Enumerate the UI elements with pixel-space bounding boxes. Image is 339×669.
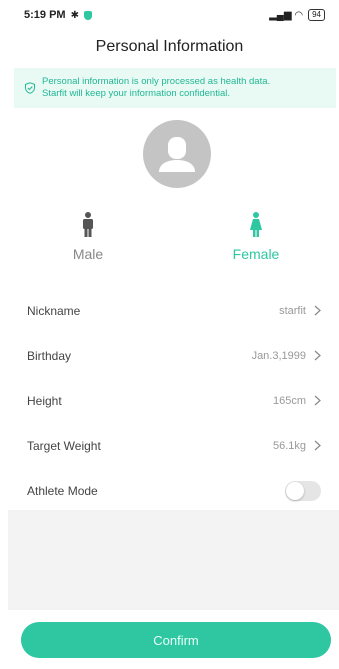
avatar[interactable] xyxy=(143,120,211,188)
height-value-group: 165cm xyxy=(273,395,321,407)
confirm-button[interactable]: Confirm xyxy=(21,622,331,658)
gender-option-male[interactable]: Male xyxy=(38,212,138,262)
male-figure-icon xyxy=(83,212,93,237)
row-birthday[interactable]: Birthday Jan.3,1999 xyxy=(0,333,339,378)
notice-text: Personal information is only processed a… xyxy=(42,76,270,100)
nickname-value-group: starfit xyxy=(279,305,321,317)
athlete-mode-toggle[interactable] xyxy=(285,480,321,501)
height-label: Height xyxy=(27,393,62,408)
chevron-right-icon xyxy=(314,440,321,451)
status-left: 5:19 PM ✱ xyxy=(24,9,92,21)
bluetooth-icon: ✱ xyxy=(70,9,79,21)
privacy-notice: Personal information is only processed a… xyxy=(14,68,336,108)
status-bar: 5:19 PM ✱ ▂▄▆ ◠ 94 xyxy=(0,0,339,30)
female-label: Female xyxy=(232,246,280,262)
male-label: Male xyxy=(72,246,104,262)
row-athlete-mode: Athlete Mode xyxy=(0,468,339,513)
female-figure-icon xyxy=(250,212,262,237)
chevron-right-icon xyxy=(314,350,321,361)
birthday-value-group: Jan.3,1999 xyxy=(252,350,321,362)
page-title: Personal Information xyxy=(95,38,244,55)
chevron-right-icon xyxy=(314,395,321,406)
height-value: 165cm xyxy=(272,394,306,407)
target-weight-label: Target Weight xyxy=(27,438,101,453)
battery-icon: 94 xyxy=(308,9,325,21)
target-weight-value: 56.1kg xyxy=(272,439,306,452)
signal-wifi-icon: ▂▄▆ ◠ xyxy=(269,9,304,21)
athlete-mode-label: Athlete Mode xyxy=(27,483,98,498)
birthday-label: Birthday xyxy=(27,348,72,363)
row-nickname[interactable]: Nickname starfit xyxy=(0,288,339,333)
notice-line-1: Personal information is only processed a… xyxy=(42,76,271,87)
toggle-knob xyxy=(286,481,304,500)
gender-option-female[interactable]: Female xyxy=(206,212,306,262)
birthday-value: Jan.3,1999 xyxy=(251,349,306,362)
notice-line-2: Starfit will keep your information confi… xyxy=(42,88,230,99)
shield-icon xyxy=(83,10,92,20)
row-height[interactable]: Height 165cm xyxy=(0,378,339,423)
nickname-label: Nickname xyxy=(27,303,81,318)
status-right: ▂▄▆ ◠ 94 xyxy=(269,9,325,21)
status-time: 5:19 PM xyxy=(24,9,66,21)
empty-content-area xyxy=(8,510,339,610)
nickname-value: starfit xyxy=(279,304,306,317)
target-weight-value-group: 56.1kg xyxy=(273,440,321,452)
row-target-weight[interactable]: Target Weight 56.1kg xyxy=(0,423,339,468)
shield-check-icon xyxy=(25,82,35,94)
profile-fields-list: Nickname starfit Birthday Jan.3,1999 Hei… xyxy=(0,288,339,513)
chevron-right-icon xyxy=(314,305,321,316)
user-silhouette-icon xyxy=(159,137,195,172)
